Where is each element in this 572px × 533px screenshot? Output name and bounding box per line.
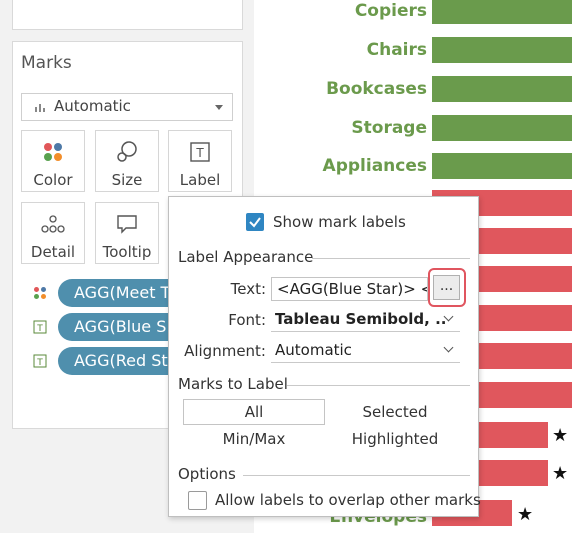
label-text-field[interactable]: <AGG(Blue Star)> <AGG(R: [271, 277, 428, 301]
detail-dots-icon: [41, 215, 65, 233]
bar-green[interactable]: [432, 115, 572, 141]
category-label: Bookcases: [326, 79, 427, 99]
category-label: Appliances: [322, 156, 427, 176]
marks-to-label-all[interactable]: All: [183, 399, 325, 425]
alignment-label: Alignment:: [184, 342, 266, 360]
mark-type-value: Automatic: [54, 97, 131, 115]
label-text-icon: T: [190, 142, 210, 162]
bar-green[interactable]: [432, 37, 572, 63]
color-dots-icon: [34, 287, 46, 299]
font-value: Tableau Semibold, ..: [275, 310, 447, 328]
pill-red-star[interactable]: AGG(Red St: [58, 347, 173, 375]
marks-to-label-selected[interactable]: Selected: [339, 403, 451, 421]
edit-label-text-button[interactable]: ...: [433, 275, 460, 300]
font-dropdown[interactable]: Tableau Semibold, ..: [271, 308, 460, 332]
category-label: Copiers: [354, 1, 427, 21]
dropdown-arrow-icon: [215, 105, 223, 110]
options-heading: Options: [178, 465, 236, 483]
tooltip-button-label: Tooltip: [102, 243, 152, 261]
alignment-value: Automatic: [275, 341, 352, 359]
text-field-icon: T: [33, 354, 47, 368]
filters-card: [12, 0, 243, 30]
bar-green[interactable]: [432, 153, 572, 179]
svg-text:T: T: [195, 146, 204, 160]
size-button[interactable]: Size: [95, 130, 159, 192]
marks-to-label-heading: Marks to Label: [178, 375, 288, 393]
marks-to-label-minmax[interactable]: Min/Max: [183, 430, 325, 448]
text-label: Text:: [230, 280, 266, 298]
allow-overlap-checkbox[interactable]: [188, 491, 207, 510]
bar-chart-icon: [35, 104, 45, 112]
font-label: Font:: [228, 311, 266, 329]
chevron-down-icon: [443, 342, 454, 353]
section-divider: [243, 475, 470, 476]
label-appearance-heading: Label Appearance: [178, 248, 314, 266]
size-icon: [117, 141, 137, 162]
label-button-label: Label: [179, 171, 221, 189]
tooltip-button[interactable]: Tooltip: [95, 202, 159, 264]
tooltip-icon: [117, 215, 137, 234]
marks-title: Marks: [21, 53, 72, 73]
show-mark-labels-label[interactable]: Show mark labels: [273, 213, 406, 231]
detail-button[interactable]: Detail: [21, 202, 85, 264]
star-label-icon: ★: [517, 504, 534, 525]
mark-type-dropdown[interactable]: Automatic: [21, 93, 233, 121]
pill-meet-target[interactable]: AGG(Meet T: [58, 279, 173, 307]
detail-button-label: Detail: [30, 243, 76, 261]
bar-green[interactable]: [432, 0, 572, 24]
checkmark-icon: [249, 217, 261, 228]
category-label: Storage: [351, 118, 427, 138]
size-button-label: Size: [111, 171, 143, 189]
show-mark-labels-checkbox[interactable]: [246, 213, 264, 231]
label-settings-popup: Show mark labels Label Appearance Text: …: [168, 196, 481, 517]
star-label-icon: ★: [552, 425, 569, 446]
pill-blue-star[interactable]: AGG(Blue S: [58, 313, 173, 341]
color-button[interactable]: Color: [21, 130, 85, 192]
star-label-icon: ★: [552, 463, 569, 484]
color-dots-icon: [44, 143, 62, 161]
bar-green[interactable]: [432, 76, 572, 102]
allow-overlap-label[interactable]: Allow labels to overlap other marks: [215, 491, 481, 509]
svg-text:T: T: [36, 324, 43, 334]
category-label: Chairs: [366, 40, 427, 60]
marks-to-label-highlighted[interactable]: Highlighted: [339, 430, 451, 448]
text-field-icon: T: [33, 320, 47, 334]
color-button-label: Color: [33, 171, 73, 189]
section-divider: [312, 258, 470, 259]
svg-text:T: T: [36, 358, 43, 368]
label-button[interactable]: T Label: [168, 130, 232, 192]
alignment-dropdown[interactable]: Automatic: [271, 339, 460, 363]
section-divider: [287, 385, 470, 386]
